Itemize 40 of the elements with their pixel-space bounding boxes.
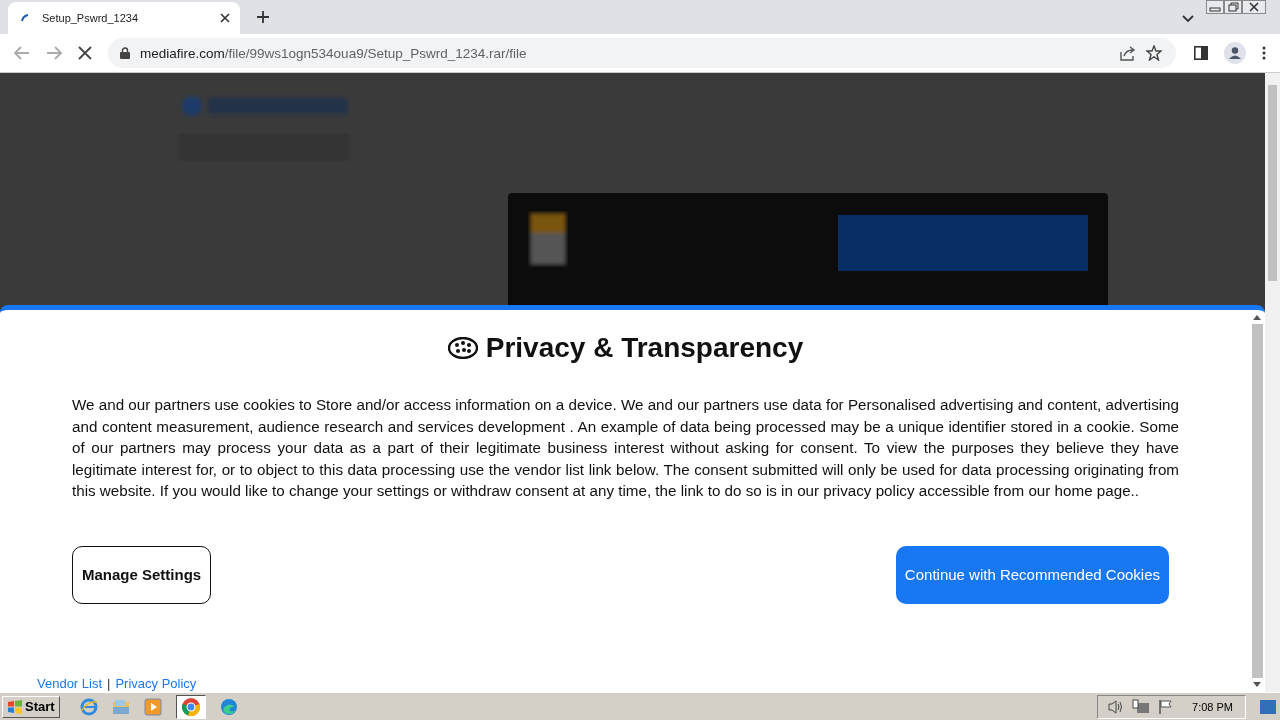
scroll-down-icon[interactable] <box>1253 682 1261 688</box>
loading-spinner-icon <box>20 13 30 23</box>
vendor-list-link[interactable]: Vendor List <box>37 676 103 691</box>
share-icon[interactable] <box>1120 45 1136 61</box>
blurred-file-icon <box>528 211 568 267</box>
minimize-icon[interactable] <box>1206 0 1224 14</box>
link-separator: | <box>107 676 111 691</box>
profile-avatar-icon[interactable] <box>1224 42 1246 64</box>
stop-loading-icon[interactable] <box>78 46 92 60</box>
browser-tab[interactable]: Setup_Pswrd_1234 <box>8 2 240 34</box>
scrollbar-thumb[interactable] <box>1268 85 1277 281</box>
restore-icon[interactable] <box>1224 0 1242 14</box>
new-tab-icon[interactable] <box>256 10 270 24</box>
taskbar-item[interactable] <box>175 694 206 719</box>
cookie-icon <box>447 337 478 359</box>
start-button[interactable]: Start <box>2 695 60 718</box>
url-path: /file/99ws1ogn534oua9/Setup_Pswrd_1234.rar/file <box>224 45 527 61</box>
edge-icon[interactable] <box>219 697 238 716</box>
url-host: mediafire.com <box>140 45 225 61</box>
menu-icon[interactable] <box>1262 46 1266 60</box>
flag-icon[interactable] <box>1158 698 1175 715</box>
windows-logo-icon <box>7 698 23 715</box>
privacy-policy-link[interactable]: Privacy Policy <box>115 676 197 691</box>
manage-settings-button[interactable]: Manage Settings <box>72 545 212 604</box>
clock: 7:08 PM <box>1192 700 1233 713</box>
media-player-icon[interactable] <box>143 697 162 716</box>
chrome-icon <box>180 696 201 717</box>
close-icon[interactable] <box>1242 0 1266 14</box>
consent-text: We and our partners use cookies to Store and/or access information on a device. We and our partners use data for Personalised advertising and content, advertising and content measurement, audience research and services development . An example of data being processed may be a unique identifier stored in a cookie. Some of our partners may process your data as a part of their legitimate business interest without asking for consent. To view the purposes they believe they have legitimate interest for, or to object to this data processing use the vendor list link below. The consent submitted will only be used for data processing originating from this website. If you would like to change your settings or withdraw consent at any time, the link to do so is in our privacy policy accessible from our home page.. <box>72 395 1179 502</box>
star-icon[interactable] <box>1146 45 1162 61</box>
network-icon[interactable] <box>1132 698 1151 715</box>
dialog-title: Privacy & Transparency <box>485 332 804 364</box>
lock-icon <box>120 47 130 59</box>
side-panel-icon[interactable] <box>1194 46 1208 60</box>
chevron-down-icon[interactable] <box>1182 15 1194 23</box>
scroll-up-icon[interactable] <box>1253 314 1261 320</box>
accept-cookies-button[interactable]: Continue with Recommended Cookies <box>895 545 1169 604</box>
close-icon[interactable] <box>220 13 230 23</box>
speaker-icon[interactable] <box>1106 698 1125 715</box>
address-bar[interactable]: mediafire.com/file/99ws1ogn534oua9/Setup_Pswrd_1234.rar/file <box>108 38 1176 68</box>
